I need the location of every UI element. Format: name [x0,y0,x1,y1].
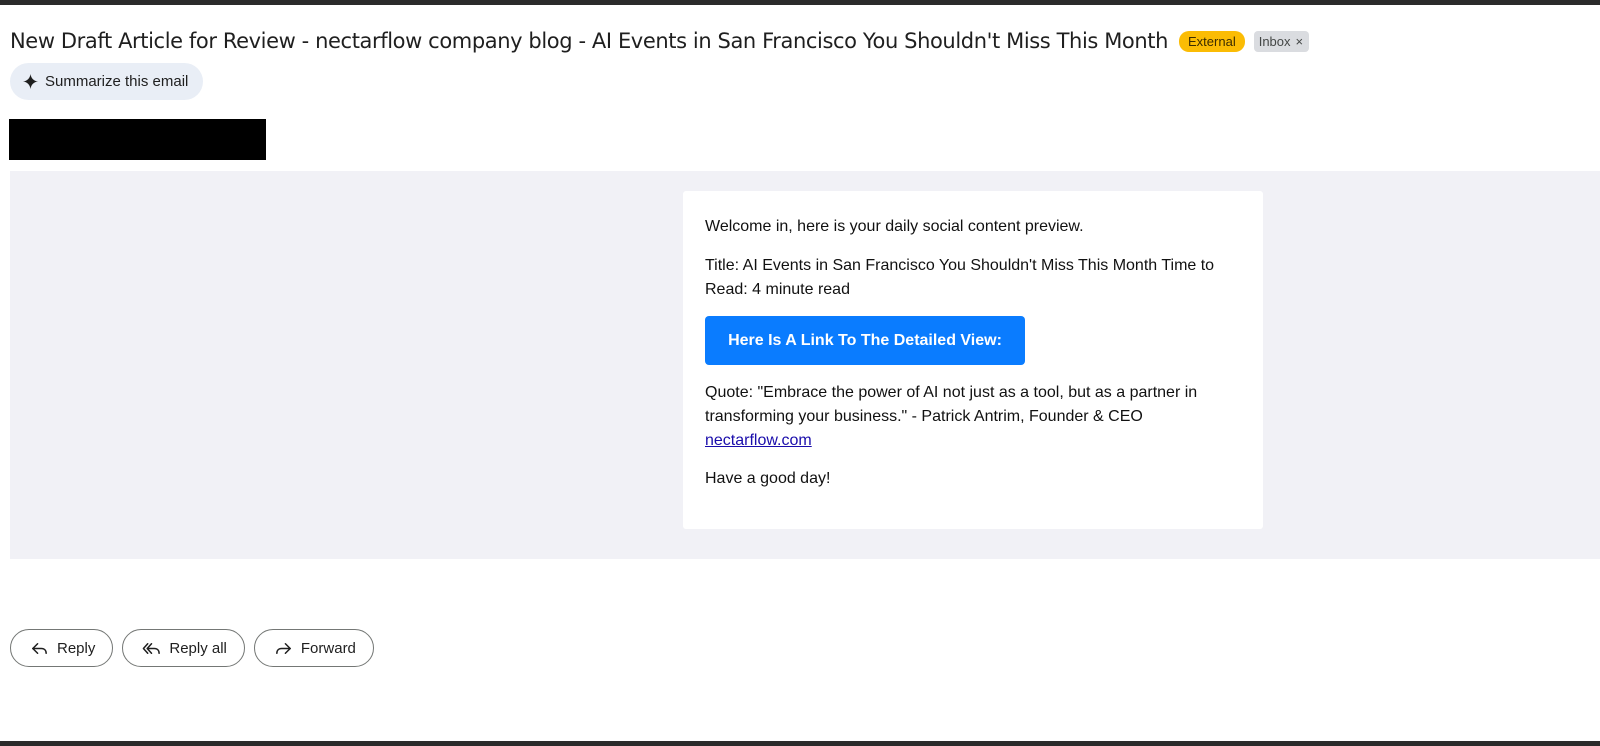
summarize-label: Summarize this email [45,73,189,90]
inbox-label-chip: Inbox × [1253,30,1310,52]
inbox-label-text: Inbox [1258,33,1291,49]
close-icon[interactable]: × [1296,34,1304,49]
reply-label: Reply [57,639,96,657]
top-border [0,0,1600,5]
redacted-sender-block [9,119,266,160]
forward-label: Forward [300,639,356,657]
forward-icon [275,642,291,654]
reply-icon [32,642,47,654]
nectarflow-link[interactable]: nectarflow.com [705,432,812,449]
reply-all-label: Reply all [169,639,227,657]
welcome-text: Welcome in, here is your daily social co… [705,218,1084,235]
email-header: New Draft Article for Review - nectarflo… [10,24,1310,58]
email-subject: New Draft Article for Review - nectarflo… [10,29,1169,53]
message-card: Welcome in, here is your daily social co… [683,191,1263,529]
summarize-email-button[interactable]: Summarize this email [10,63,204,100]
message-actions: Reply Reply all Forward [10,629,374,667]
quote-paragraph: Quote: "Embrace the power of AI not just… [705,381,1250,453]
detailed-view-link-button[interactable]: Here Is A Link To The Detailed View: [705,316,1025,365]
reply-all-icon [143,642,161,654]
article-title-text: Title: AI Events in San Francisco You Sh… [705,257,1215,298]
forward-button[interactable]: Forward [253,629,374,667]
closing-text: Have a good day! [705,470,831,487]
reply-all-button[interactable]: Reply all [122,629,245,667]
reply-button[interactable]: Reply [10,629,114,667]
bottom-border [0,741,1600,746]
sparkle-icon [23,74,38,89]
quote-text: Quote: "Embrace the power of AI not just… [705,384,1198,425]
external-badge: External [1179,30,1245,52]
